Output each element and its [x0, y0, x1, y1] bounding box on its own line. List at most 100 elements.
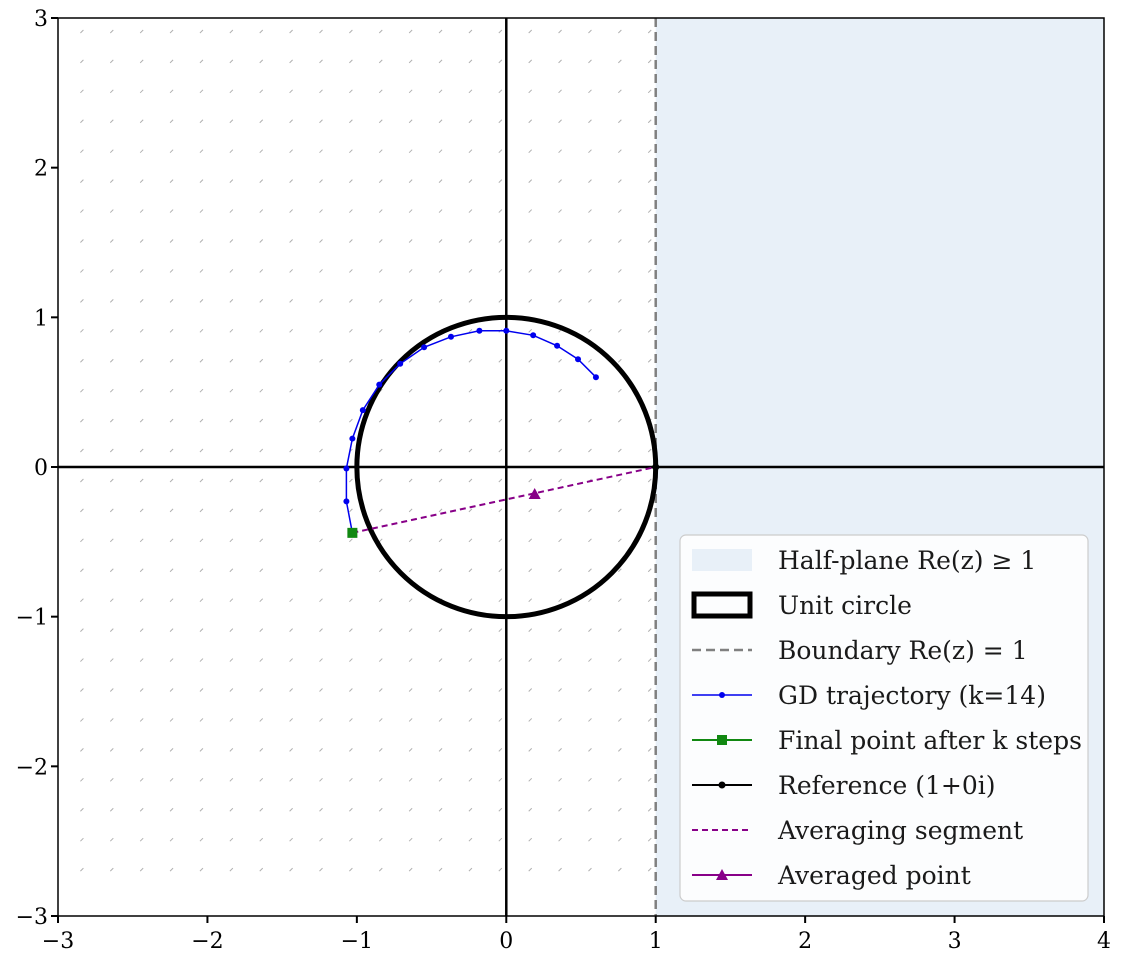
vector-field-arrow	[169, 89, 174, 94]
vector-field-arrow	[588, 568, 592, 573]
vector-field-arrow	[199, 388, 204, 393]
vector-field-arrow	[647, 807, 652, 812]
y-tick-label: −2	[16, 755, 48, 780]
vector-field-arrow	[498, 299, 503, 303]
gd-trajectory-point	[476, 327, 483, 334]
vector-field-arrow	[647, 328, 652, 333]
vector-field-arrow	[468, 658, 473, 662]
vector-field-arrow	[109, 628, 114, 632]
x-tick-label: −1	[341, 929, 373, 954]
vector-field-arrow	[468, 269, 473, 273]
vector-field-arrow	[139, 837, 144, 842]
vector-field-arrow	[558, 718, 562, 722]
vector-field-arrow	[558, 29, 562, 34]
vector-field-arrow	[647, 628, 652, 632]
vector-field-arrow	[199, 628, 204, 632]
vector-field-arrow	[349, 508, 353, 513]
vector-field-arrow	[378, 658, 383, 662]
vector-field-arrow	[498, 748, 503, 752]
vector-field-arrow	[169, 269, 174, 273]
vector-field-arrow	[349, 538, 353, 543]
vector-field-arrow	[259, 358, 264, 363]
vector-field-arrow	[468, 807, 473, 812]
vector-field-arrow	[319, 538, 323, 543]
vector-field-arrow	[588, 59, 592, 64]
vector-field-arrow	[80, 448, 84, 453]
y-tick-label: −1	[16, 606, 48, 631]
vector-field-arrow	[528, 568, 533, 573]
vector-field-arrow	[109, 448, 114, 453]
vector-field-arrow	[139, 688, 144, 692]
vector-field-arrow	[139, 299, 144, 303]
vector-field-arrow	[109, 179, 114, 183]
vector-field-arrow	[80, 358, 84, 363]
vector-field-arrow	[647, 867, 652, 872]
vector-field-arrow	[139, 658, 144, 662]
vector-field-arrow	[528, 239, 533, 243]
vector-field-arrow	[109, 119, 114, 124]
vector-field-arrow	[169, 59, 174, 64]
vector-field-arrow	[408, 119, 413, 124]
vector-field-arrow	[109, 328, 114, 333]
vector-field-arrow	[109, 718, 114, 722]
vector-field-arrow	[259, 688, 264, 692]
vector-field-arrow	[349, 568, 353, 573]
legend-label: Averaging segment	[777, 816, 1023, 845]
vector-field-arrow	[169, 777, 174, 782]
gd-trajectory-point	[343, 465, 350, 472]
vector-field-arrow	[169, 658, 174, 662]
vector-field-arrow	[528, 718, 533, 722]
vector-field-arrow	[558, 777, 562, 782]
vector-field-arrow	[259, 777, 264, 782]
vector-field-arrow	[408, 418, 413, 423]
vector-field-arrow	[169, 29, 174, 34]
vector-field-arrow	[378, 508, 383, 513]
vector-field-arrow	[528, 837, 533, 842]
vector-field-arrow	[618, 149, 622, 154]
vector-field-arrow	[528, 478, 533, 483]
vector-field-arrow	[378, 777, 383, 782]
vector-field-arrow	[618, 418, 622, 423]
vector-field-arrow	[199, 239, 204, 243]
gd-trajectory-point	[376, 381, 383, 388]
vector-field-arrow	[139, 269, 144, 273]
vector-field-arrow	[229, 149, 234, 154]
vector-field-arrow	[169, 598, 174, 603]
vector-field-arrow	[408, 89, 413, 94]
vector-field-arrow	[408, 688, 413, 692]
vector-field-arrow	[408, 209, 413, 213]
vector-field-arrow	[349, 29, 353, 34]
vector-field-arrow	[378, 239, 383, 243]
vector-field-arrow	[80, 568, 84, 573]
vector-field-arrow	[169, 538, 174, 543]
vector-field-arrow	[80, 598, 84, 603]
vector-field-arrow	[199, 418, 204, 423]
vector-field-arrow	[378, 209, 383, 213]
gd-trajectory-point	[421, 344, 428, 351]
vector-field-arrow	[438, 59, 443, 64]
vector-field-arrow	[558, 448, 562, 453]
vector-field-arrow	[289, 777, 293, 782]
vector-field-arrow	[319, 837, 323, 842]
vector-field-arrow	[229, 299, 234, 303]
vector-field-arrow	[528, 179, 533, 183]
vector-field-arrow	[378, 688, 383, 692]
vector-field-arrow	[438, 568, 443, 573]
vector-field-arrow	[109, 478, 114, 483]
y-tick-label: −3	[16, 905, 48, 930]
vector-field-arrow	[498, 777, 503, 782]
vector-field-arrow	[289, 837, 293, 842]
vector-field-arrow	[408, 628, 413, 632]
legend-label: Final point after k steps	[778, 726, 1082, 755]
vector-field-arrow	[468, 179, 473, 183]
vector-field-arrow	[468, 777, 473, 782]
vector-field-arrow	[618, 837, 622, 842]
vector-field-arrow	[319, 179, 323, 183]
vector-field-arrow	[498, 209, 503, 213]
vector-field-arrow	[319, 269, 323, 273]
vector-field-arrow	[498, 358, 503, 363]
vector-field-arrow	[468, 628, 473, 632]
vector-field-arrow	[109, 688, 114, 692]
legend-handle-reference-marker	[718, 781, 726, 789]
vector-field-arrow	[468, 29, 473, 34]
